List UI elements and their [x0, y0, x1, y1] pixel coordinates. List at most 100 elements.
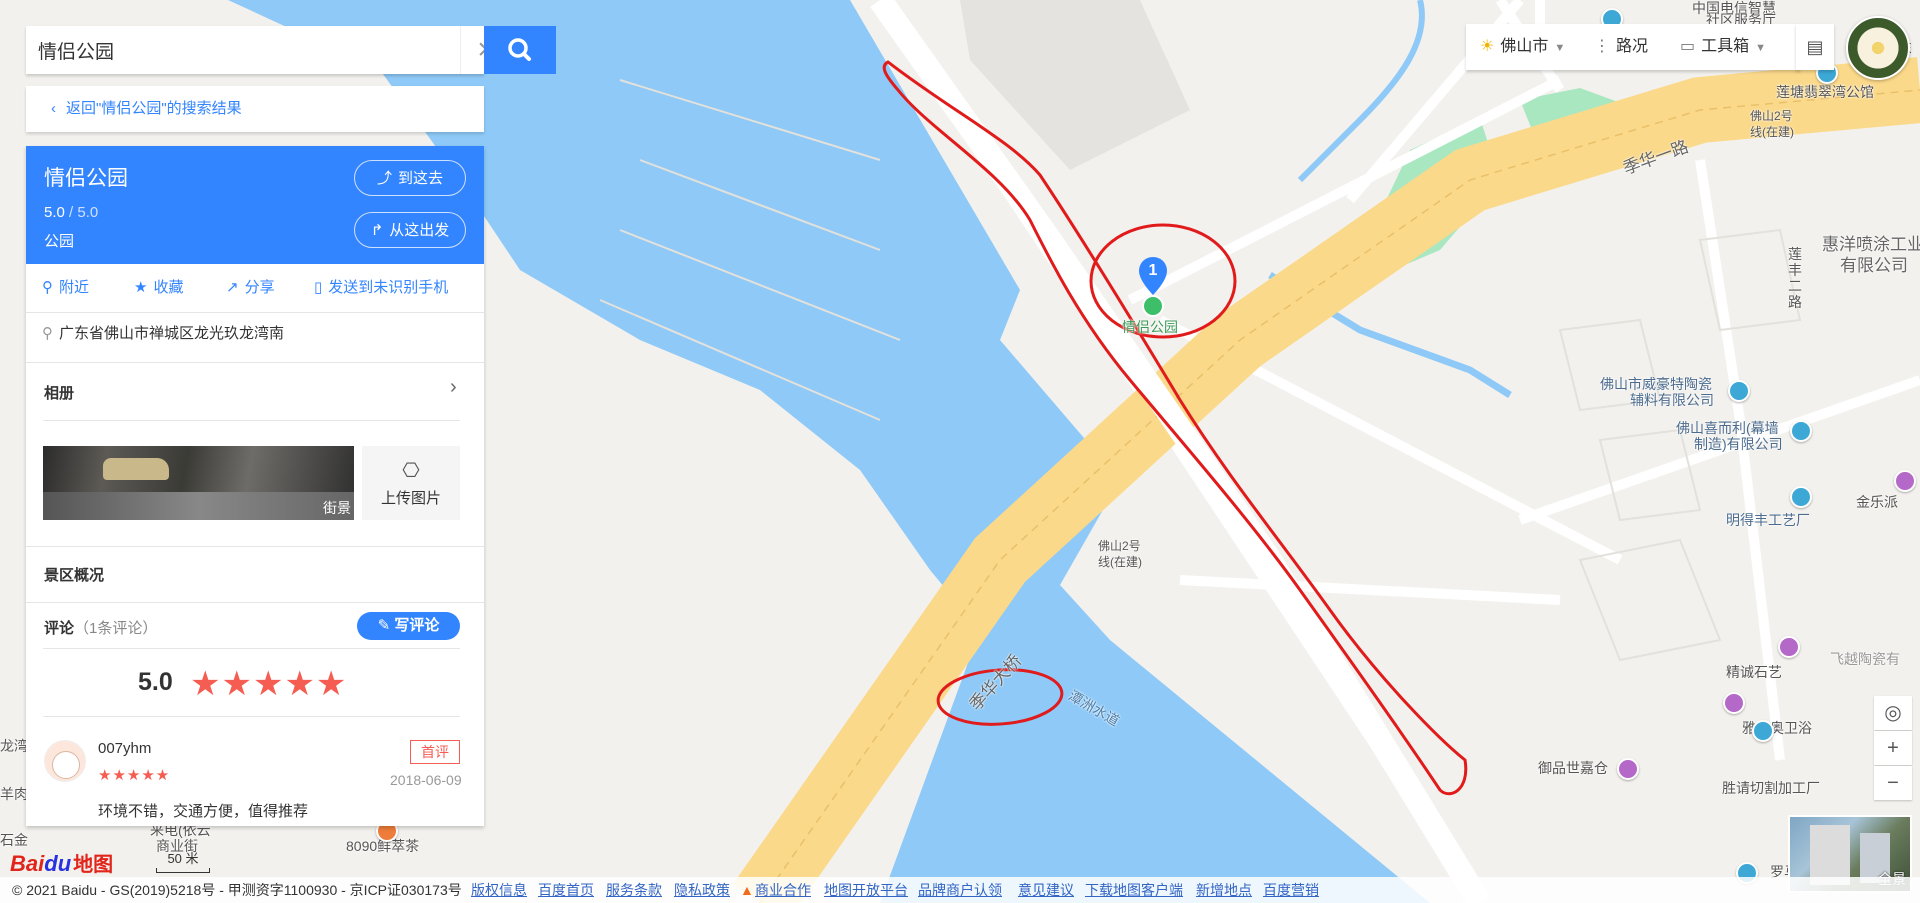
- poi-title: 情侣公园: [44, 167, 128, 190]
- footer-link[interactable]: 版权信息: [471, 877, 527, 903]
- reviewer-name[interactable]: 007yhm: [98, 740, 151, 757]
- back-to-results-link[interactable]: ‹ 返回"情侣公园"的搜索结果: [26, 86, 484, 132]
- write-review-button[interactable]: ✎ 写评论: [357, 612, 460, 640]
- overview-title[interactable]: 景区概况: [44, 564, 104, 585]
- go-here-button[interactable]: ⤴ 到这去: [354, 160, 466, 196]
- message-button[interactable]: ▤: [1796, 24, 1834, 70]
- chevron-right-icon[interactable]: ›: [450, 376, 457, 399]
- scale-bar: 50 米: [156, 848, 210, 873]
- search-button[interactable]: [484, 26, 556, 74]
- footer-link[interactable]: 新增地点: [1196, 877, 1252, 903]
- share-button[interactable]: ↗ 分享: [226, 264, 275, 312]
- minus-icon: −: [1887, 772, 1899, 794]
- nearby-button[interactable]: ⚲ 附近: [42, 264, 89, 312]
- divider: [26, 362, 484, 363]
- favorite-label: 收藏: [153, 279, 184, 296]
- poi-label: 御品世嘉仓: [1538, 760, 1608, 776]
- poi-marker-icon[interactable]: [1790, 420, 1812, 442]
- footer-link[interactable]: 品牌商户认领: [918, 877, 1002, 903]
- favorite-button[interactable]: ★ 收藏: [134, 264, 183, 312]
- poi-label: 佛山喜而利(幕墙: [1676, 420, 1779, 436]
- marker-number: 1: [1148, 262, 1158, 279]
- poi-marker-icon[interactable]: [1752, 720, 1774, 742]
- poi-label: 羊肉: [0, 786, 28, 802]
- send-to-phone-label: 发送到未识别手机: [328, 279, 449, 296]
- city-selector[interactable]: ☀ 佛山市 ▼: [1480, 24, 1565, 70]
- poi-label: 明得丰工艺厂: [1726, 512, 1810, 528]
- chevron-down-icon: ▼: [1554, 42, 1566, 54]
- park-label[interactable]: 情侣公园: [1122, 319, 1178, 335]
- poi-label: 石金: [0, 832, 28, 848]
- poi-marker-icon[interactable]: [1617, 758, 1639, 780]
- footer-link[interactable]: 下载地图客户端: [1085, 877, 1183, 903]
- locate-button[interactable]: ◎: [1874, 696, 1912, 730]
- poi-marker-icon[interactable]: [1778, 636, 1800, 658]
- poi-marker-icon[interactable]: [1728, 380, 1750, 402]
- search-input[interactable]: [26, 26, 436, 74]
- poi-label: 飞越陶瓷有: [1830, 651, 1900, 667]
- footer-link[interactable]: 服务条款: [606, 877, 662, 903]
- edit-icon: ✎: [377, 617, 395, 634]
- address-text: 广东省佛山市禅城区龙光玖龙湾南: [59, 325, 285, 342]
- footer-link[interactable]: 百度首页: [538, 877, 594, 903]
- divider: [26, 546, 484, 547]
- top-toolbar: ☀ 佛山市 ▼ ⋮ 路况 ▭ 工具箱 ▼: [1466, 24, 1800, 70]
- fire-icon: ▲: [740, 882, 754, 898]
- footer-link[interactable]: 隐私政策: [674, 877, 730, 903]
- camera-icon: ⎔: [402, 460, 420, 482]
- chat-icon: ▤: [1806, 37, 1824, 57]
- footer-link[interactable]: 百度营销: [1263, 877, 1319, 903]
- poi-marker-icon[interactable]: [1894, 470, 1916, 492]
- traffic-label: 路况: [1616, 38, 1649, 55]
- plus-icon: +: [1887, 737, 1899, 759]
- zoom-in-button[interactable]: +: [1874, 731, 1912, 765]
- album-title[interactable]: 相册: [44, 382, 74, 403]
- locate-icon: ◎: [1884, 702, 1902, 724]
- phone-icon: ▯: [314, 279, 323, 296]
- first-review-badge: 首评: [410, 740, 460, 764]
- toolbox-button[interactable]: ▭ 工具箱 ▼: [1680, 24, 1766, 70]
- poi-address: ⚲ 广东省佛山市禅城区龙光玖龙湾南: [42, 322, 284, 343]
- poi-label: 龙湾: [0, 738, 28, 754]
- poi-label: 胜请切割加工厂: [1722, 780, 1820, 796]
- poi-marker-icon[interactable]: [1790, 486, 1812, 508]
- from-here-button[interactable]: ↱ 从这出发: [354, 212, 466, 248]
- poi-actions: ⚲ 附近 ★ 收藏 ↗ 分享 ▯ 发送到未识别手机: [26, 264, 484, 312]
- traffic-button[interactable]: ⋮ 路况: [1594, 24, 1648, 70]
- avatar[interactable]: [44, 740, 86, 782]
- divider: [43, 420, 460, 421]
- footer-link[interactable]: 意见建议: [1018, 877, 1074, 903]
- upload-photo-button[interactable]: ⎔ 上传图片: [362, 446, 460, 520]
- share-label: 分享: [244, 279, 275, 296]
- poi-label: 制造)有限公司: [1694, 436, 1783, 452]
- scale-line: [156, 868, 210, 873]
- zoom-out-button[interactable]: −: [1874, 766, 1912, 800]
- footer-link[interactable]: 商业合作: [755, 877, 811, 903]
- poi-label: 辅料有限公司: [1630, 392, 1714, 408]
- selected-poi-marker[interactable]: 1: [1138, 256, 1168, 296]
- divider: [26, 602, 484, 603]
- overall-stars: ★★★★★: [190, 665, 348, 703]
- footer-link[interactable]: 地图开放平台: [824, 877, 908, 903]
- write-review-label: 写评论: [394, 617, 440, 634]
- chevron-left-icon: ‹: [51, 100, 56, 117]
- review-text: 环境不错，交通方便，值得推荐: [98, 803, 309, 820]
- reviews-title: 评论（1条评论）: [44, 617, 157, 638]
- upload-label: 上传图片: [380, 490, 441, 507]
- streetview-photo[interactable]: 街景: [43, 446, 354, 520]
- send-to-phone-button[interactable]: ▯ 发送到未识别手机: [314, 264, 448, 312]
- user-avatar[interactable]: [1846, 16, 1910, 80]
- route-icon: ⤴: [376, 170, 392, 187]
- reviews-count: （1条评论）: [74, 620, 158, 637]
- photo-road: [43, 492, 354, 520]
- poi-rating-value: 5.0: [44, 204, 65, 221]
- footer: © 2021 Baidu - GS(2019)5218号 - 甲测资字11009…: [0, 877, 1920, 903]
- poi-category: 公园: [44, 233, 75, 250]
- from-here-label: 从这出发: [389, 222, 450, 239]
- poi-rating: 5.0 / 5.0: [44, 204, 98, 221]
- go-here-label: 到这去: [398, 170, 444, 187]
- search-box: ×: [26, 26, 495, 74]
- baidu-map-logo[interactable]: Baidu 地图: [10, 848, 113, 877]
- overall-score: 5.0: [138, 668, 173, 696]
- poi-marker-icon[interactable]: [1723, 692, 1745, 714]
